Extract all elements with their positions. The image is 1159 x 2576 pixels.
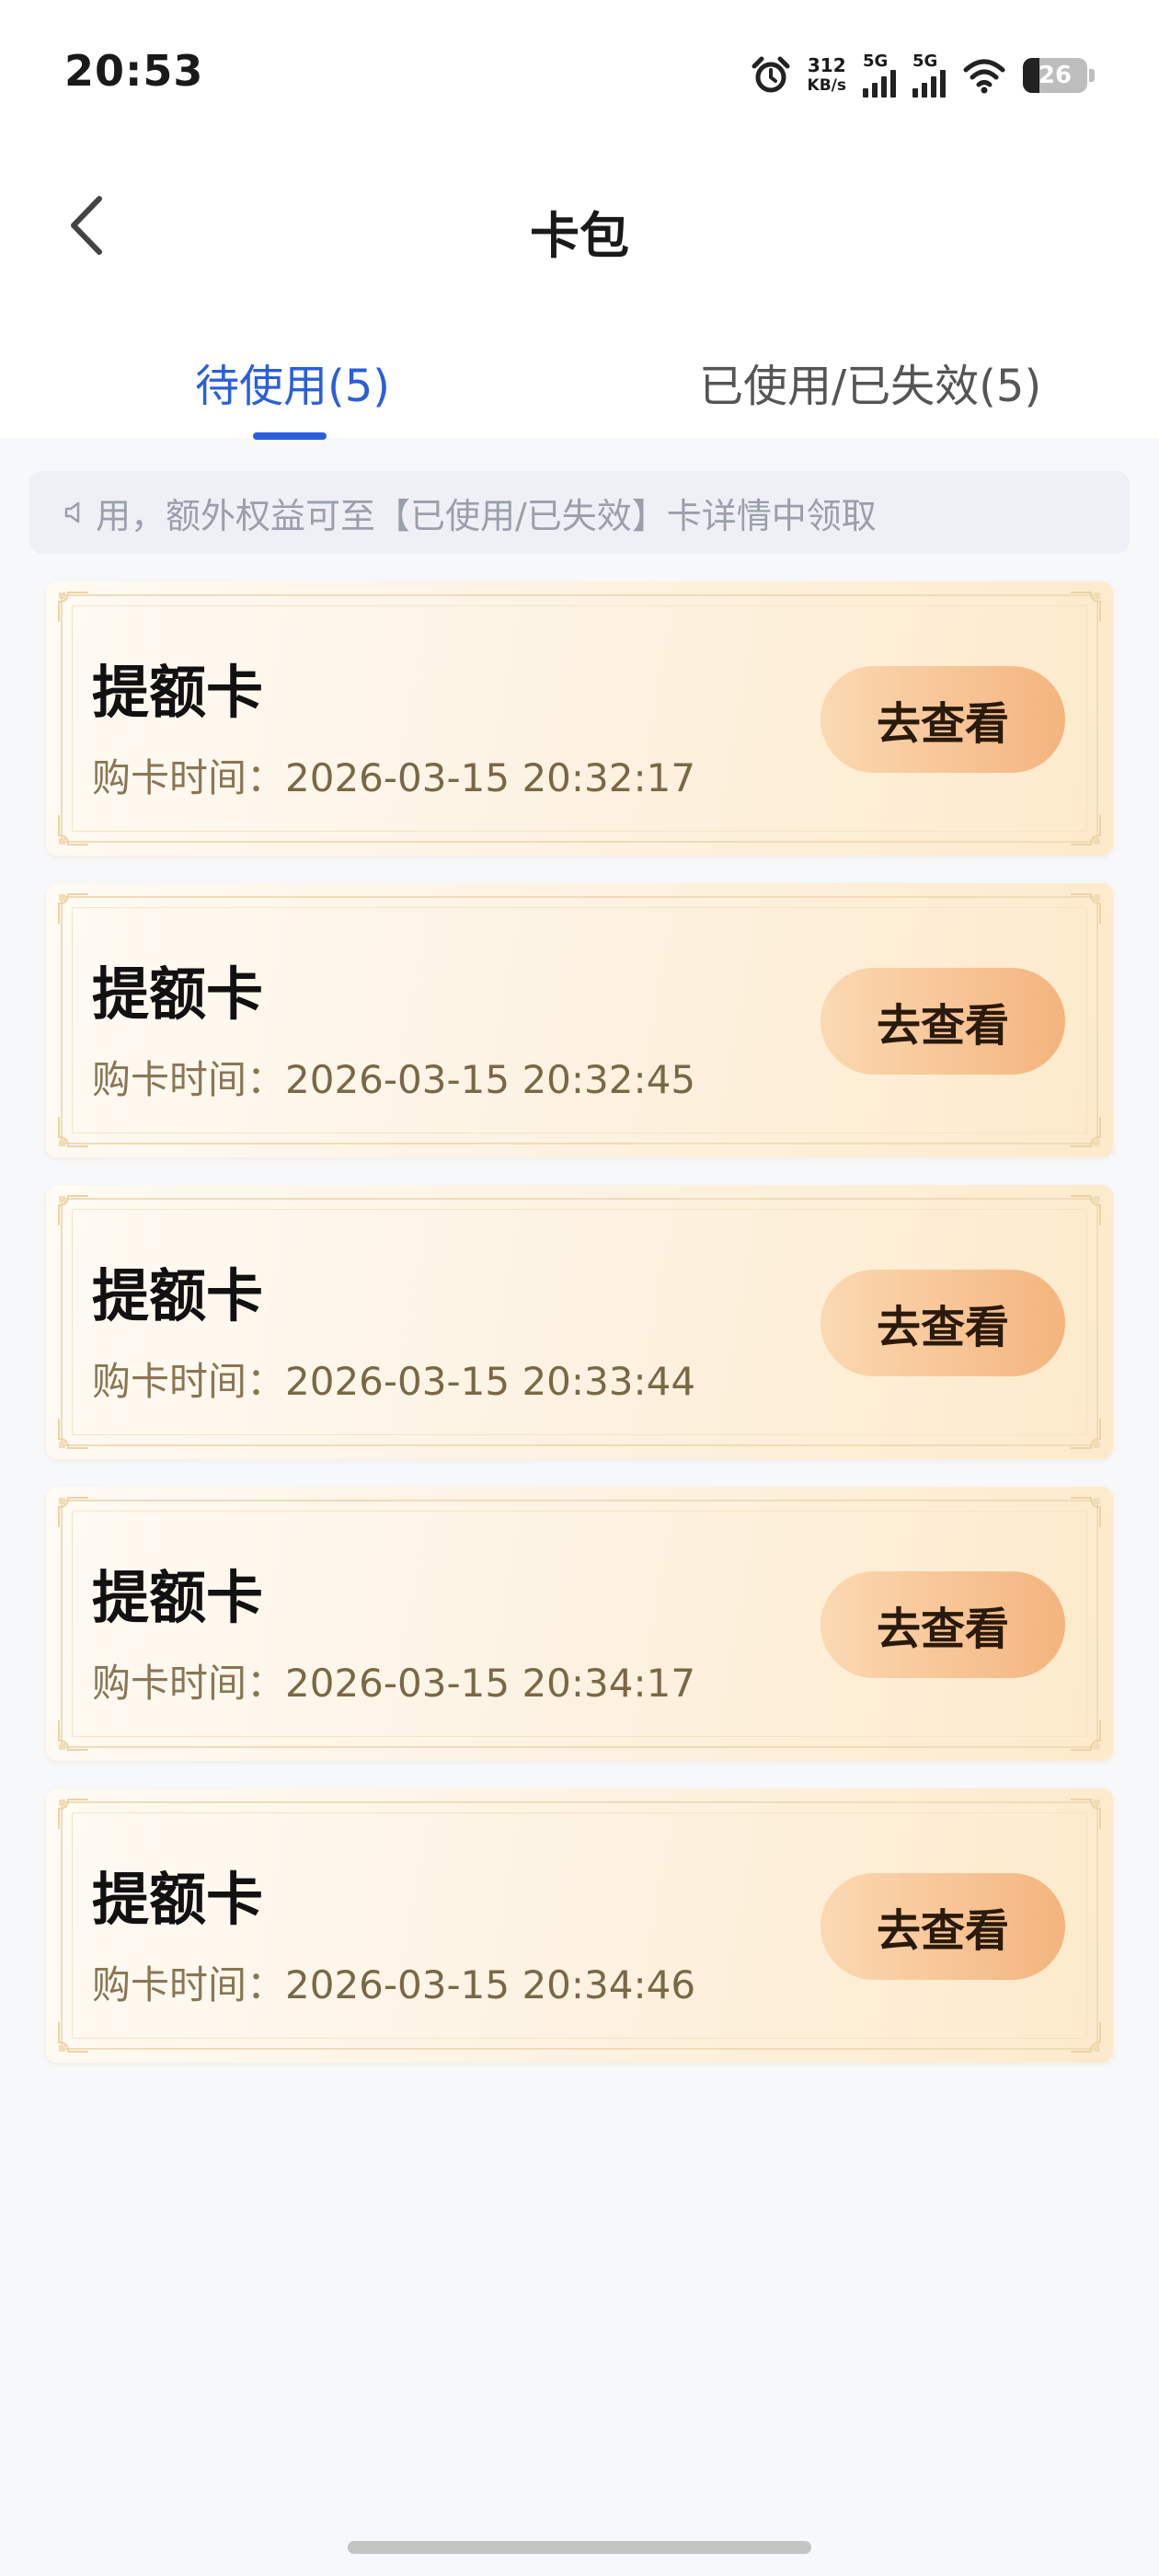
net-speed: 312 KB/s (808, 55, 846, 96)
net-speed-value: 312 (807, 54, 846, 76)
card-list: 提额卡 购卡时间：2026-03-15 20:32:17 去查看 提额卡 购卡时… (46, 581, 1113, 2090)
corner-ornament-icon (1071, 592, 1101, 622)
notice-bar: 用，额外权益可至【已使用/已失效】卡详情中领取 (29, 471, 1130, 554)
corner-ornament-icon (1071, 815, 1101, 845)
corner-ornament-icon (1071, 1195, 1101, 1225)
card-item: 提额卡 购卡时间：2026-03-15 20:32:45 去查看 (46, 883, 1113, 1157)
tab-pending[interactable]: 待使用(5) (195, 350, 390, 414)
signal-icon (912, 70, 946, 98)
card-title: 提额卡 (92, 1866, 264, 1933)
card-time-value: 2026-03-15 20:34:17 (285, 1661, 696, 1706)
corner-ornament-icon (1071, 1419, 1101, 1449)
card-time-value: 2026-03-15 20:32:17 (285, 755, 696, 800)
corner-ornament-icon (58, 815, 88, 845)
battery-tip (1089, 69, 1095, 82)
card-purchase-time: 购卡时间：2026-03-15 20:33:44 (92, 1351, 695, 1407)
status-time: 20:53 (64, 46, 204, 96)
card-time-value: 2026-03-15 20:33:44 (285, 1359, 696, 1404)
corner-ornament-icon (1071, 893, 1101, 924)
home-indicator[interactable] (348, 2541, 811, 2554)
corner-ornament-icon (1071, 1497, 1101, 1527)
corner-ornament-icon (58, 1419, 88, 1449)
sim1-signal: 5G (863, 53, 896, 98)
tab-bar: 待使用(5) 已使用/已失效(5) (0, 313, 1159, 440)
sim2-label: 5G (912, 52, 938, 71)
tab-indicator (253, 432, 327, 440)
sim2-signal: 5G (912, 53, 946, 98)
sim1-label: 5G (863, 52, 889, 71)
tab-used-expired[interactable]: 已使用/已失效(5) (699, 350, 1041, 414)
card-time-value: 2026-03-15 20:34:46 (285, 1962, 696, 2007)
card-purchase-time: 购卡时间：2026-03-15 20:32:45 (92, 1049, 695, 1105)
card-time-value: 2026-03-15 20:32:45 (285, 1057, 696, 1102)
corner-ornament-icon (58, 592, 88, 622)
battery-fill (1023, 58, 1040, 93)
card-item: 提额卡 购卡时间：2026-03-15 20:33:44 去查看 (46, 1185, 1113, 1459)
corner-ornament-icon (58, 1195, 88, 1225)
card-title: 提额卡 (92, 1564, 264, 1631)
card-purchase-time: 购卡时间：2026-03-15 20:34:46 (92, 1954, 695, 2010)
card-time-label: 购卡时间： (92, 1057, 286, 1102)
alarm-icon (752, 56, 790, 93)
view-button[interactable]: 去查看 (820, 968, 1065, 1075)
corner-ornament-icon (1071, 1117, 1101, 1147)
card-purchase-time: 购卡时间：2026-03-15 20:32:17 (92, 747, 695, 803)
card-item: 提额卡 购卡时间：2026-03-15 20:34:17 去查看 (46, 1487, 1113, 1761)
corner-ornament-icon (58, 1799, 88, 1829)
card-item: 提额卡 购卡时间：2026-03-15 20:32:17 去查看 (46, 581, 1113, 856)
corner-ornament-icon (58, 893, 88, 924)
status-bar: 20:53 312 KB/s 5G 5G 26 (0, 0, 1159, 138)
card-time-label: 购卡时间： (92, 755, 286, 800)
corner-ornament-icon (58, 1117, 88, 1147)
card-title: 提额卡 (92, 659, 264, 726)
corner-ornament-icon (58, 1720, 88, 1751)
view-button[interactable]: 去查看 (820, 1571, 1065, 1678)
corner-ornament-icon (1071, 1799, 1101, 1829)
nav-bar: 卡包 (0, 138, 1159, 313)
page-title: 卡包 (530, 207, 629, 265)
corner-ornament-icon (1071, 1720, 1101, 1751)
corner-ornament-icon (58, 2022, 88, 2053)
battery-icon: 26 (1023, 58, 1087, 93)
corner-ornament-icon (58, 1497, 88, 1527)
card-time-label: 购卡时间： (92, 1661, 286, 1706)
status-icons: 312 KB/s 5G 5G 26 (751, 48, 1095, 103)
net-speed-unit: KB/s (807, 76, 846, 95)
card-purchase-time: 购卡时间：2026-03-15 20:34:17 (92, 1652, 695, 1708)
card-time-label: 购卡时间： (92, 1359, 286, 1404)
card-time-label: 购卡时间： (92, 1962, 286, 2007)
signal-icon (863, 70, 896, 98)
speaker-icon (64, 501, 80, 523)
wifi-icon (963, 59, 1005, 94)
view-button[interactable]: 去查看 (820, 1270, 1065, 1376)
card-item: 提额卡 购卡时间：2026-03-15 20:34:46 去查看 (46, 1788, 1113, 2063)
notice-text: 用，额外权益可至【已使用/已失效】卡详情中领取 (96, 495, 877, 536)
corner-ornament-icon (1071, 2022, 1101, 2053)
card-title: 提额卡 (92, 960, 264, 1028)
view-button[interactable]: 去查看 (820, 666, 1065, 773)
card-title: 提额卡 (92, 1262, 264, 1329)
battery-level: 26 (1038, 62, 1073, 89)
view-button[interactable]: 去查看 (820, 1873, 1065, 1980)
